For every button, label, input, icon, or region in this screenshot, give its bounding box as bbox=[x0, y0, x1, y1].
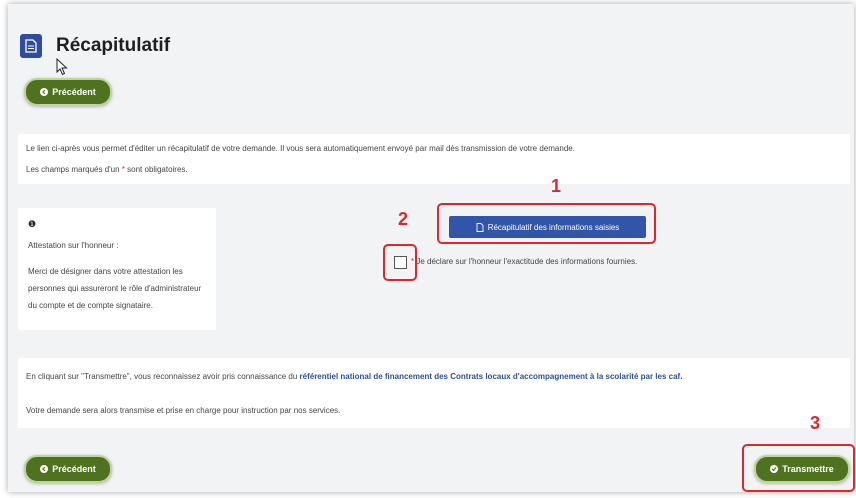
attestation-box: ❶ Attestation sur l'honneur : Merci de d… bbox=[18, 208, 216, 330]
previous-button-label: Précédent bbox=[52, 87, 96, 97]
info-icon: ❶ bbox=[28, 219, 37, 229]
attestation-heading: Attestation sur l'honneur : bbox=[28, 241, 119, 250]
annotation-number-2: 2 bbox=[398, 209, 409, 229]
transmit-prefix: En cliquant sur "Transmettre", vous reco… bbox=[26, 372, 300, 381]
referentiel-link[interactable]: référentiel national de financement des … bbox=[300, 372, 683, 381]
transmit-text: En cliquant sur "Transmettre", vous reco… bbox=[26, 370, 838, 383]
intro-panel: Le lien ci-après vous permet d'éditer un… bbox=[18, 134, 850, 184]
declaration-label: * Je déclare sur l'honneur l'exactitude … bbox=[411, 257, 637, 266]
transmit-panel: En cliquant sur "Transmettre", vous reco… bbox=[18, 358, 850, 428]
document-icon bbox=[20, 34, 42, 58]
transmit-line2: Votre demande sera alors transmise et pr… bbox=[26, 406, 341, 415]
mouse-cursor-icon bbox=[56, 58, 68, 76]
declaration-text: Je déclare sur l'honneur l'exactitude de… bbox=[414, 257, 638, 266]
previous-button-top[interactable]: Précédent bbox=[24, 78, 112, 106]
required-prefix: Les champs marqués d'un bbox=[26, 165, 122, 174]
annotation-number-1: 1 bbox=[551, 176, 562, 196]
intro-text: Le lien ci-après vous permet d'éditer un… bbox=[26, 144, 575, 153]
highlight-transmit-button bbox=[742, 444, 855, 492]
arrow-left-icon bbox=[40, 88, 49, 96]
arrow-left-icon bbox=[40, 465, 49, 473]
previous-button-label: Précédent bbox=[52, 464, 96, 474]
attestation-text: Merci de désigner dans votre attestation… bbox=[28, 267, 202, 310]
previous-button-bottom[interactable]: Précédent bbox=[24, 455, 112, 483]
page-header: Récapitulatif bbox=[20, 34, 170, 58]
page-title: Récapitulatif bbox=[56, 35, 171, 56]
highlight-checkbox bbox=[383, 244, 417, 281]
required-fields-note: Les champs marqués d'un * sont obligatoi… bbox=[26, 165, 188, 174]
highlight-summary-button bbox=[437, 203, 656, 244]
required-suffix: sont obligatoires. bbox=[124, 165, 188, 174]
annotation-number-3: 3 bbox=[810, 413, 821, 433]
